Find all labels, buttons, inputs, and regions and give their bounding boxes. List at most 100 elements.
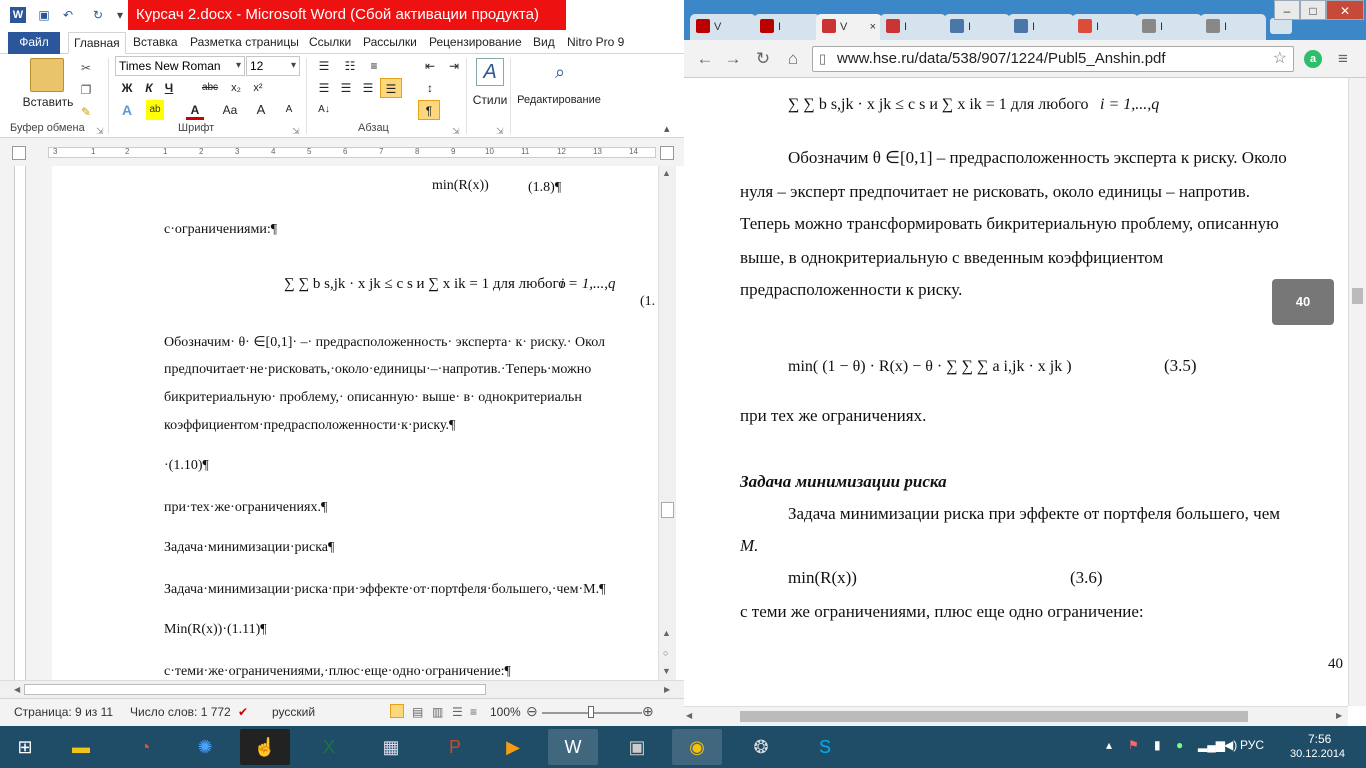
input-language[interactable]: РУС <box>1240 738 1264 752</box>
volume-icon[interactable]: ◀) <box>1224 738 1237 752</box>
strikethrough-button[interactable]: abc <box>198 78 222 98</box>
save-icon[interactable]: ▣ <box>36 7 52 23</box>
chrome-tab[interactable]: I <box>1008 14 1074 40</box>
subscript-button[interactable]: x₂ <box>226 78 246 98</box>
forward-icon[interactable]: → <box>722 48 744 70</box>
tab-review[interactable]: Рецензирование <box>424 32 527 54</box>
minimize-icon[interactable]: – <box>1274 0 1300 20</box>
styles-launcher-icon[interactable]: ⇲ <box>496 126 504 137</box>
binoculars-icon[interactable]: ⌕ <box>546 58 574 86</box>
file-explorer-icon[interactable]: ▬ <box>56 729 106 765</box>
tray-flag-icon[interactable]: ⚑ <box>1128 738 1139 752</box>
extension-icon[interactable]: a <box>1304 50 1322 68</box>
chrome-taskbar-icon[interactable]: ◉ <box>672 729 722 765</box>
font-launcher-icon[interactable]: ⇲ <box>292 126 300 137</box>
reload-icon[interactable]: ↻ <box>752 48 774 70</box>
maximize-icon[interactable]: □ <box>1300 0 1326 20</box>
format-painter-icon[interactable]: ✎ <box>78 102 94 122</box>
skype-icon[interactable]: S <box>800 729 850 765</box>
editing-button[interactable]: Редактирование <box>512 90 606 110</box>
align-center-icon[interactable]: ☰ <box>336 78 356 98</box>
word-vertical-scrollbar[interactable]: ▲ ▲ ○ ▼ <box>658 166 676 680</box>
clipboard-launcher-icon[interactable]: ⇲ <box>96 126 104 137</box>
calculator-icon[interactable]: ▦ <box>366 729 416 765</box>
qat-dropdown-icon[interactable]: ▾ <box>112 7 128 23</box>
pdf-viewer[interactable]: ∑ ∑ b s,jk · x jk ≤ c s и ∑ x ik = 1 для… <box>684 78 1348 706</box>
chrome-tab[interactable]: V <box>690 14 756 40</box>
chrome-menu-icon[interactable]: ≡ <box>1332 48 1354 70</box>
align-right-icon[interactable]: ☰ <box>358 78 378 98</box>
grow-font-button[interactable]: A <box>254 100 268 120</box>
shrink-font-button[interactable]: A <box>282 100 296 120</box>
outline-icon[interactable]: ☰ <box>452 705 463 719</box>
next-page-icon[interactable]: ▼ <box>662 666 671 676</box>
tray-app-icon[interactable]: ● <box>1176 738 1183 752</box>
change-case-button[interactable]: Aa <box>218 100 242 120</box>
tab-view[interactable]: Вид <box>528 32 560 54</box>
copy-icon[interactable]: ❐ <box>78 80 94 100</box>
tab-references[interactable]: Ссылки <box>304 32 356 54</box>
chrome-tab-active[interactable]: V × <box>816 14 882 40</box>
zoom-slider-thumb[interactable] <box>588 706 594 718</box>
tab-nitro[interactable]: Nitro Pro 9 <box>562 32 629 54</box>
clock-date[interactable]: 30.12.2014 <box>1290 748 1345 760</box>
chrome-scroll-thumb[interactable] <box>1352 288 1363 304</box>
word-horizontal-scrollbar[interactable]: ◀ ▶ <box>0 680 684 698</box>
chrome-scroll-left-icon[interactable]: ◀ <box>686 711 692 720</box>
signal-icon[interactable]: ▂▄▆ <box>1198 738 1225 752</box>
zoom-in-icon[interactable]: ⊕ <box>642 703 654 720</box>
tab-file[interactable]: Файл <box>8 32 60 54</box>
sort-icon[interactable]: A↓ <box>314 100 334 120</box>
redo-icon[interactable]: ↻ <box>90 7 106 23</box>
scroll-right-icon[interactable]: ▶ <box>664 685 670 694</box>
tab-page-layout[interactable]: Разметка страницы <box>185 32 304 54</box>
document-page[interactable]: min(R(x)) (1.8)¶ с·ограничениями:¶ ∑ ∑ b… <box>52 166 658 680</box>
tab-insert[interactable]: Вставка <box>128 32 183 54</box>
bold-button[interactable]: Ж <box>118 78 136 98</box>
cut-icon[interactable]: ✂ <box>78 58 94 78</box>
numbering-icon[interactable]: ☷ <box>340 56 360 76</box>
close-tab-icon[interactable]: × <box>870 14 876 40</box>
browse-object-icon[interactable]: ○ <box>663 648 668 658</box>
chrome-tab[interactable]: I <box>1200 14 1266 40</box>
home-icon[interactable]: ⌂ <box>782 48 804 70</box>
draft-icon[interactable]: ≡ <box>470 705 477 719</box>
ruler-toggle-icon[interactable] <box>660 146 674 160</box>
horizontal-ruler[interactable]: 312 123 456 789 10 11 12 13 14 <box>0 138 684 166</box>
media-player-icon[interactable]: ▶ <box>488 729 538 765</box>
close-window-icon[interactable]: ✕ <box>1326 0 1364 20</box>
superscript-button[interactable]: x² <box>248 78 268 98</box>
zoom-out-icon[interactable]: ⊖ <box>526 703 538 720</box>
powerpoint-icon[interactable]: P <box>430 729 480 765</box>
collapse-ribbon-icon[interactable]: ▴ <box>664 122 670 135</box>
proofing-icon[interactable]: ✔ <box>238 705 248 719</box>
increase-indent-icon[interactable]: ⇥ <box>444 56 464 76</box>
clock-time[interactable]: 7:56 <box>1308 732 1331 746</box>
status-page[interactable]: Страница: 9 из 11 <box>14 705 113 719</box>
align-left-icon[interactable]: ☰ <box>314 78 334 98</box>
tab-selector-icon[interactable] <box>12 146 26 160</box>
word-hscroll-thumb[interactable] <box>24 684 486 695</box>
chrome-scroll-right-icon[interactable]: ▶ <box>1336 711 1342 720</box>
scroll-up-icon[interactable]: ▲ <box>662 168 671 178</box>
line-spacing-icon[interactable]: ↕ <box>420 78 440 98</box>
underline-button[interactable]: Ч <box>160 78 178 98</box>
bookmark-star-icon[interactable]: ☆ <box>1273 47 1287 71</box>
font-name-combo[interactable]: Times New Roman <box>115 56 245 76</box>
styles-icon[interactable]: A <box>476 58 504 86</box>
decrease-indent-icon[interactable]: ⇤ <box>420 56 440 76</box>
app-icon-dark[interactable]: ▣ <box>612 729 662 765</box>
address-bar[interactable]: ▯ www.hse.ru/data/538/907/1224/Publ5_Ans… <box>812 46 1294 72</box>
chrome-tab[interactable]: I <box>1136 14 1202 40</box>
chrome-tab[interactable]: I <box>1072 14 1138 40</box>
web-layout-icon[interactable]: ▥ <box>432 705 443 719</box>
app-icon-gray[interactable]: ❂ <box>736 729 786 765</box>
word-scroll-thumb[interactable] <box>661 502 674 518</box>
text-effects-icon[interactable]: A <box>118 100 136 120</box>
paragraph-launcher-icon[interactable]: ⇲ <box>452 126 460 137</box>
back-icon[interactable]: ← <box>694 48 716 70</box>
chrome-vertical-scrollbar[interactable] <box>1348 78 1366 706</box>
reading-mode-icon[interactable]: ▤ <box>412 705 423 719</box>
font-color-button[interactable]: A <box>186 100 204 120</box>
highlight-icon[interactable]: ab <box>146 100 164 120</box>
